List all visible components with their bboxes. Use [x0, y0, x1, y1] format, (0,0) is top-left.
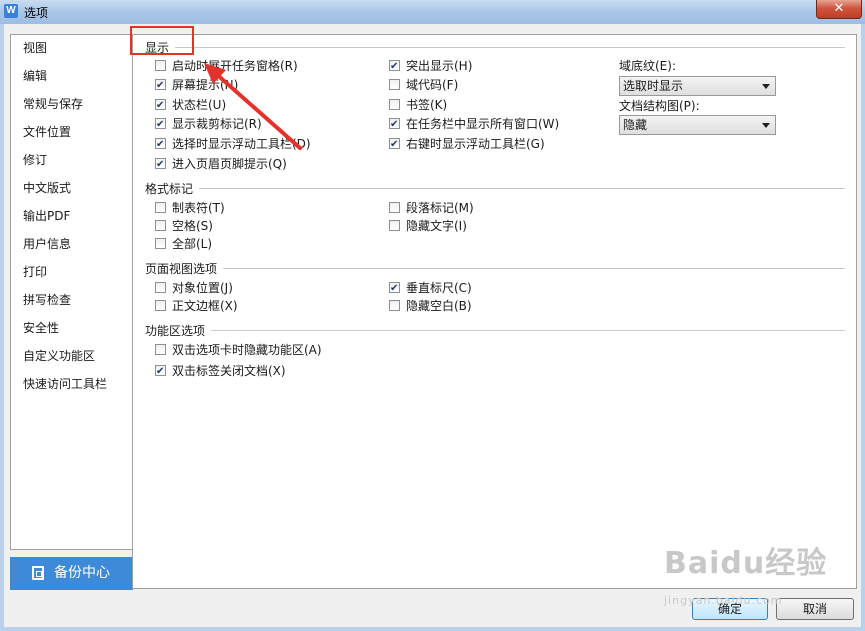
- arrow-shaft: [212, 70, 302, 150]
- annotation-arrow: [204, 63, 302, 150]
